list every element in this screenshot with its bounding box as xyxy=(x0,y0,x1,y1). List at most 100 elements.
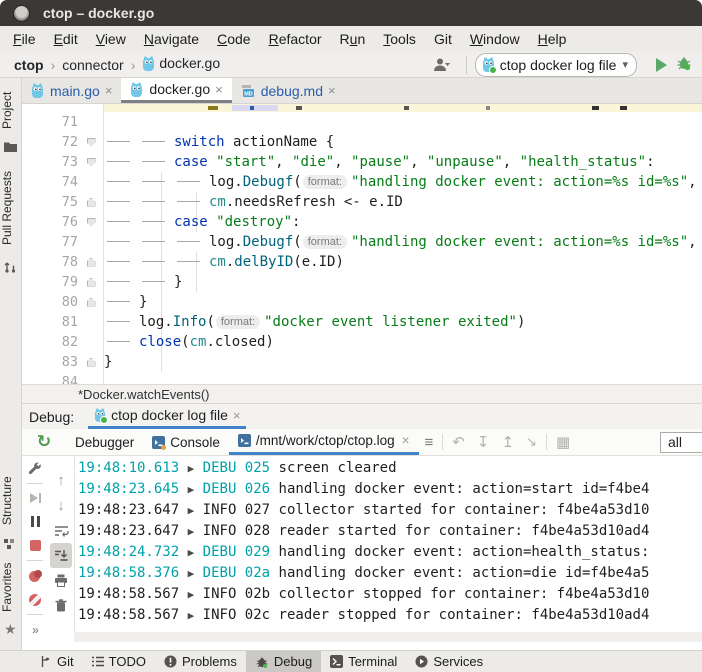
close-icon[interactable]: × xyxy=(327,83,337,98)
structure-icon[interactable] xyxy=(4,538,18,552)
run-button[interactable] xyxy=(656,58,667,72)
log-output[interactable]: 19:48:10.613 ▶ DEBU 025 screen cleared19… xyxy=(78,458,702,626)
log-line: 19:48:58.567 ▶ INFO 02c reader stopped f… xyxy=(78,605,702,626)
status-item-debug[interactable]: Debug xyxy=(246,651,321,672)
code-line[interactable]: 71 xyxy=(22,112,702,132)
menu-file[interactable]: File xyxy=(4,28,45,50)
editor-tab-debug.md[interactable]: MDdebug.md× xyxy=(232,78,345,103)
tab-log-file[interactable]: /mnt/work/ctop/ctop.log × xyxy=(229,429,419,455)
fold-marker-icon[interactable] xyxy=(78,272,104,292)
window-menu-button[interactable] xyxy=(13,5,30,22)
code-line[interactable]: 81log.Info(format:"docker event listener… xyxy=(22,312,702,332)
status-item-todo[interactable]: TODO xyxy=(83,651,155,672)
debug-button[interactable] xyxy=(676,55,692,74)
fold-marker-icon[interactable] xyxy=(78,192,104,212)
fold-marker-icon[interactable] xyxy=(78,352,104,372)
horizontal-scrollbar[interactable] xyxy=(74,632,702,642)
editor-tab-main.go[interactable]: main.go× xyxy=(22,78,121,103)
code-line[interactable]: 76case "destroy": xyxy=(22,212,702,232)
go-run-config-icon xyxy=(482,57,495,72)
pause-program-icon[interactable] xyxy=(24,510,46,534)
tab-console[interactable]: Console xyxy=(143,429,229,455)
close-icon[interactable]: × xyxy=(214,82,224,97)
code-line[interactable]: 75cm.needsRefresh <- e.ID xyxy=(22,192,702,212)
mute-breakpoints-icon[interactable] xyxy=(24,588,46,612)
run-configuration-select[interactable]: ctop docker log file ▾ xyxy=(475,53,637,77)
code-line[interactable]: 73case "start", "die", "pause", "unpause… xyxy=(22,152,702,172)
status-item-services[interactable]: Services xyxy=(406,651,492,672)
git-branch-icon xyxy=(39,655,52,668)
rerun-icon[interactable]: ↻ xyxy=(37,434,51,450)
menu-run[interactable]: Run xyxy=(331,28,375,50)
status-item-terminal[interactable]: Terminal xyxy=(321,651,406,672)
debug-session-tab[interactable]: ctop docker log file × xyxy=(88,404,246,429)
status-item-problems[interactable]: Problems xyxy=(155,651,246,672)
menu-git[interactable]: Git xyxy=(425,28,461,50)
navigate-up-stack-icon[interactable]: ↶ xyxy=(446,429,471,455)
stop-icon[interactable] xyxy=(24,534,46,558)
code-line[interactable]: 84 xyxy=(22,372,702,384)
prev-occurrence-icon[interactable]: ↑ xyxy=(50,468,72,493)
menu-view[interactable]: View xyxy=(87,28,135,50)
breadcrumb-item[interactable]: docker.go xyxy=(142,55,220,74)
fold-marker-icon[interactable] xyxy=(78,132,104,152)
chevron-down-icon: ▾ xyxy=(622,58,628,71)
close-icon[interactable]: × xyxy=(104,83,114,98)
print-icon[interactable] xyxy=(50,568,72,593)
tab-whitespace xyxy=(104,192,139,206)
more-actions-icon[interactable]: » xyxy=(24,618,46,642)
view-breakpoints-icon[interactable] xyxy=(24,564,46,588)
project-folder-icon[interactable] xyxy=(4,140,18,154)
scroll-down-icon[interactable]: ↧ xyxy=(471,429,496,455)
breadcrumb-item[interactable]: connector xyxy=(62,57,123,73)
fold-marker-icon[interactable] xyxy=(78,252,104,272)
close-icon[interactable]: × xyxy=(402,433,410,448)
tool-window-button-project[interactable]: Project xyxy=(0,86,22,134)
fold-marker-icon[interactable] xyxy=(78,212,104,232)
console-options-icon[interactable]: ≡ xyxy=(419,429,440,455)
clear-trash-icon[interactable] xyxy=(50,593,72,618)
editor-tab-docker.go[interactable]: docker.go× xyxy=(121,78,231,103)
scroll-to-end-icon[interactable] xyxy=(50,543,72,568)
menu-code[interactable]: Code xyxy=(208,28,259,50)
navigate-to-cursor-icon[interactable]: ↘ xyxy=(520,429,543,455)
fold-marker-icon[interactable] xyxy=(78,152,104,172)
tool-window-button-favorites[interactable]: Favorites xyxy=(0,556,22,618)
log-level-filter[interactable]: all xyxy=(660,432,702,453)
menu-help[interactable]: Help xyxy=(529,28,576,50)
code-line[interactable]: 80} xyxy=(22,292,702,312)
view-as-grid-icon[interactable]: ▦ xyxy=(550,429,576,455)
status-item-git[interactable]: Git xyxy=(30,651,83,672)
scroll-up-icon[interactable]: ↥ xyxy=(495,429,520,455)
context-method[interactable]: *Docker.watchEvents() xyxy=(78,387,210,402)
code-line[interactable]: 74log.Debugf(format:"handling docker eve… xyxy=(22,172,702,192)
soft-wrap-icon[interactable] xyxy=(50,518,72,543)
user-account-icon[interactable] xyxy=(433,57,450,72)
code-line[interactable]: 78cm.delByID(e.ID) xyxy=(22,252,702,272)
line-number: 83 xyxy=(22,352,78,372)
menu-navigate[interactable]: Navigate xyxy=(135,28,208,50)
breadcrumb-item[interactable]: ctop xyxy=(14,57,44,73)
menu-refactor[interactable]: Refactor xyxy=(260,28,331,50)
code-line[interactable]: 82close(cm.closed) xyxy=(22,332,702,352)
resume-program-icon[interactable] xyxy=(24,487,46,511)
menu-tools[interactable]: Tools xyxy=(374,28,425,50)
star-icon[interactable]: ★ xyxy=(4,622,18,636)
tool-window-button-structure[interactable]: Structure xyxy=(0,470,22,532)
settings-wrench-icon[interactable] xyxy=(24,456,46,480)
code-editor[interactable]: 7172switch actionName {73case "start", "… xyxy=(22,104,702,384)
close-icon[interactable]: × xyxy=(233,408,241,423)
code-line[interactable]: 77log.Debugf(format:"handling docker eve… xyxy=(22,232,702,252)
tool-window-button-pull-requests[interactable]: Pull Requests xyxy=(0,162,22,254)
tab-debugger[interactable]: Debugger xyxy=(66,429,143,455)
console-actions-toolbar: ↑ ↓ xyxy=(48,456,75,642)
fold-marker-icon[interactable] xyxy=(78,292,104,312)
menu-edit[interactable]: Edit xyxy=(45,28,87,50)
code-line[interactable]: 79} xyxy=(22,272,702,292)
code-line[interactable]: 72switch actionName { xyxy=(22,132,702,152)
next-occurrence-icon[interactable]: ↓ xyxy=(50,493,72,518)
code-line[interactable]: 83} xyxy=(22,352,702,372)
pull-request-icon[interactable] xyxy=(4,260,18,274)
ide-window: ctop – docker.go FileEditViewNavigateCod… xyxy=(0,0,702,672)
menu-window[interactable]: Window xyxy=(461,28,529,50)
